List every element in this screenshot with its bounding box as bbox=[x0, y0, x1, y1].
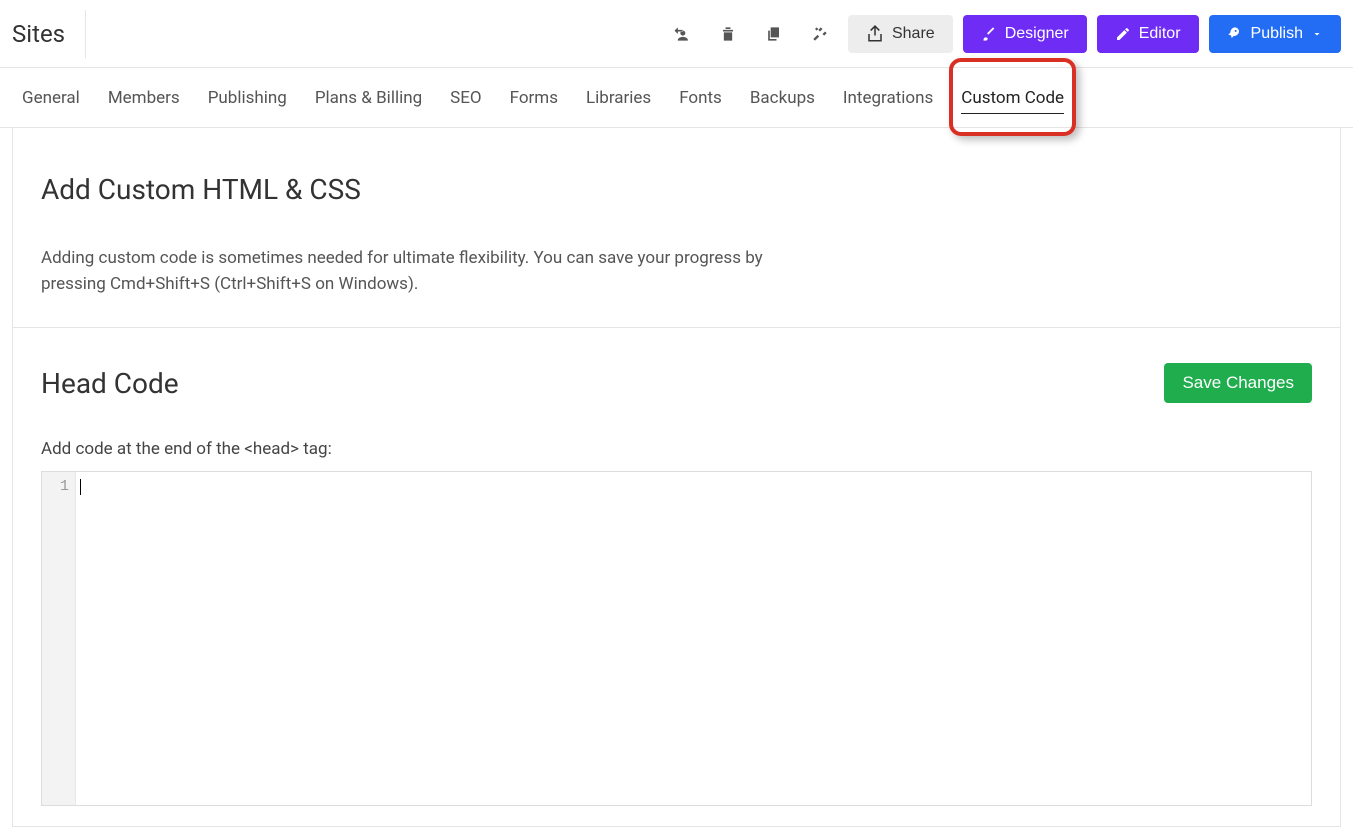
publish-button[interactable]: Publish bbox=[1209, 15, 1341, 53]
head-code-header: Head Code Save Changes bbox=[41, 363, 1312, 403]
head-code-section: Head Code Save Changes Add code at the e… bbox=[13, 328, 1340, 826]
share-icon bbox=[866, 25, 884, 43]
tab-custom-code-label: Custom Code bbox=[961, 88, 1064, 108]
code-editor[interactable]: 1 bbox=[41, 471, 1312, 806]
tab-publishing[interactable]: Publishing bbox=[208, 72, 287, 124]
tab-backups[interactable]: Backups bbox=[750, 72, 815, 124]
unlink-icon[interactable] bbox=[802, 16, 838, 52]
tab-custom-code[interactable]: Custom Code bbox=[961, 72, 1064, 124]
content-panel: Add Custom HTML & CSS Adding custom code… bbox=[12, 128, 1341, 827]
designer-button[interactable]: Designer bbox=[963, 15, 1087, 53]
publish-label: Publish bbox=[1251, 25, 1303, 43]
duplicate-icon[interactable] bbox=[756, 16, 792, 52]
text-cursor bbox=[80, 479, 81, 495]
head-code-title: Head Code bbox=[41, 367, 179, 400]
share-button[interactable]: Share bbox=[848, 15, 953, 53]
editor-button[interactable]: Editor bbox=[1097, 15, 1199, 53]
tab-forms[interactable]: Forms bbox=[510, 72, 558, 124]
chevron-down-icon bbox=[1311, 28, 1323, 40]
brush-icon bbox=[981, 26, 997, 42]
intro-section: Add Custom HTML & CSS Adding custom code… bbox=[13, 128, 1340, 328]
head-code-label: Add code at the end of the <head> tag: bbox=[41, 439, 1312, 459]
share-label: Share bbox=[892, 25, 935, 43]
rocket-icon bbox=[1227, 26, 1243, 42]
tab-libraries[interactable]: Libraries bbox=[586, 72, 651, 124]
code-input[interactable] bbox=[76, 472, 1311, 805]
header-left: Sites bbox=[12, 10, 86, 58]
tab-fonts[interactable]: Fonts bbox=[679, 72, 722, 124]
pencil-icon bbox=[1115, 26, 1131, 42]
transfer-user-icon[interactable] bbox=[664, 16, 700, 52]
line-gutter: 1 bbox=[42, 472, 76, 805]
designer-label: Designer bbox=[1005, 25, 1069, 43]
line-number: 1 bbox=[42, 478, 69, 495]
tab-seo[interactable]: SEO bbox=[450, 72, 481, 124]
save-changes-button[interactable]: Save Changes bbox=[1164, 363, 1312, 403]
sites-title: Sites bbox=[12, 10, 86, 58]
header-right: Share Designer Editor Publish bbox=[664, 15, 1341, 53]
tab-integrations[interactable]: Integrations bbox=[843, 72, 933, 124]
tabs-nav: General Members Publishing Plans & Billi… bbox=[0, 68, 1353, 128]
intro-title: Add Custom HTML & CSS bbox=[41, 173, 1312, 206]
content-wrap: Add Custom HTML & CSS Adding custom code… bbox=[0, 128, 1353, 827]
tab-general[interactable]: General bbox=[22, 72, 80, 124]
tab-members[interactable]: Members bbox=[108, 72, 180, 124]
tab-plans-billing[interactable]: Plans & Billing bbox=[315, 72, 422, 124]
trash-icon[interactable] bbox=[710, 16, 746, 52]
editor-label: Editor bbox=[1139, 25, 1181, 43]
intro-description: Adding custom code is sometimes needed f… bbox=[41, 246, 781, 297]
header-bar: Sites Share Designer Editor Publish bbox=[0, 0, 1353, 68]
